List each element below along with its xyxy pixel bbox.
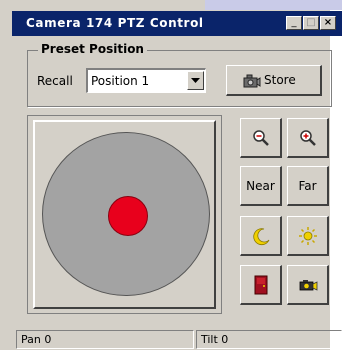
stop-button[interactable] — [240, 265, 282, 305]
zoom-out-icon — [252, 129, 269, 146]
focus-near-button[interactable]: Near — [240, 166, 282, 206]
door-icon — [254, 275, 267, 294]
store-label: Store — [264, 73, 296, 87]
pan-tilt-handle[interactable] — [108, 196, 148, 236]
pan-tilt-pad-frame — [27, 115, 222, 314]
status-bar: Pan 0 Tilt 0 — [12, 328, 342, 350]
moon-icon — [252, 227, 269, 245]
focus-far-label: Far — [298, 178, 317, 193]
snapshot-button[interactable] — [287, 265, 329, 305]
camera-store-icon — [243, 74, 261, 88]
preset-group-label: Preset Position — [38, 42, 147, 56]
window-title: Camera 174 PTZ Control — [26, 16, 204, 30]
zoom-in-icon — [299, 129, 316, 146]
store-button[interactable]: Store — [226, 65, 322, 96]
day-mode-button[interactable] — [287, 216, 329, 256]
chevron-down-icon[interactable] — [187, 71, 204, 90]
focus-far-button[interactable]: Far — [287, 166, 329, 206]
preset-position-group: Preset Position Recall Position 1 Store — [27, 42, 332, 107]
close-button[interactable]: × — [320, 16, 336, 30]
recall-selected-value: Position 1 — [91, 74, 150, 88]
pan-tilt-disc[interactable] — [42, 132, 210, 296]
recall-label: Recall — [37, 74, 73, 88]
recall-dropdown[interactable]: Position 1 — [86, 68, 206, 93]
title-bar[interactable]: Camera 174 PTZ Control _ □ × — [12, 11, 342, 36]
camera-icon — [299, 279, 317, 291]
status-tilt: Tilt 0 — [196, 330, 342, 349]
zoom-out-button[interactable] — [240, 118, 282, 158]
desktop-background-top — [205, 0, 342, 10]
sun-icon — [298, 226, 317, 245]
minimize-button[interactable]: _ — [286, 16, 302, 30]
maximize-button[interactable]: □ — [303, 16, 319, 30]
focus-near-label: Near — [246, 178, 275, 193]
status-pan: Pan 0 — [16, 330, 194, 349]
pan-tilt-pad[interactable] — [33, 120, 216, 309]
zoom-in-button[interactable] — [287, 118, 329, 158]
night-mode-button[interactable] — [240, 216, 282, 256]
